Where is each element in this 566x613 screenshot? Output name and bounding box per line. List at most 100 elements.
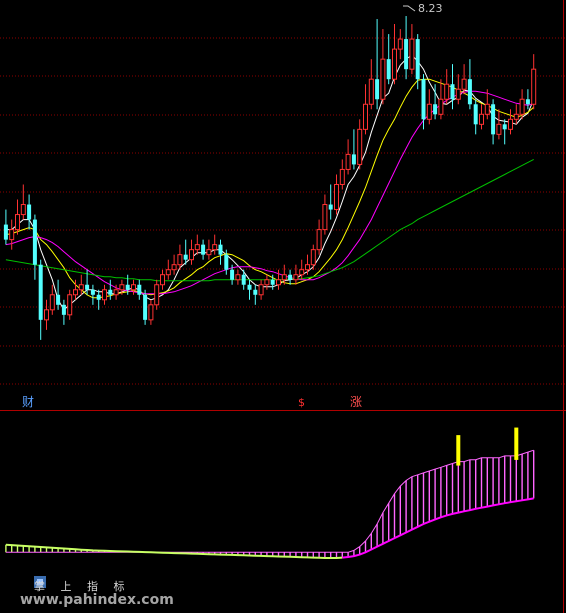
candle-body-up — [148, 304, 154, 321]
candle-body-up — [194, 244, 200, 251]
candle-body-up — [258, 284, 264, 296]
candle-body-up — [131, 284, 136, 291]
candle-body-up — [508, 118, 513, 130]
ma60-line — [5, 158, 534, 282]
candle-body-up — [531, 68, 537, 105]
candle-body-up — [177, 254, 183, 266]
candle-body-down — [96, 294, 101, 300]
candle-body-up — [276, 279, 281, 286]
high-price-arrow-icon — [403, 5, 416, 12]
stock-chart-stage — [0, 0, 566, 613]
candle-body-up — [380, 58, 386, 100]
candle-body-up — [438, 98, 444, 115]
marker-dollar: $ — [298, 396, 305, 409]
candle-body-down — [143, 294, 148, 320]
candle-body-down — [473, 104, 478, 125]
candle-body-up — [171, 264, 177, 271]
ma10-line — [5, 78, 535, 299]
candle-body-up — [368, 78, 374, 105]
marker-zhang: 涨 — [350, 395, 363, 409]
candle-body-down — [247, 284, 252, 290]
candle-body-up — [305, 264, 310, 271]
candle-body-down — [183, 254, 188, 260]
candle-body-up — [206, 249, 212, 256]
candle-body-up — [397, 38, 403, 50]
candle-body-up — [316, 229, 322, 251]
candle-body-down — [38, 264, 43, 320]
candle-body-down — [27, 204, 32, 220]
candle-body-down — [85, 284, 90, 290]
candle-body-up — [73, 289, 78, 296]
candle-body-up — [189, 249, 194, 261]
candle-body-up — [310, 249, 316, 266]
candle-body-up — [444, 83, 450, 100]
candle-body-down — [467, 79, 472, 105]
candle-body-down — [491, 104, 496, 135]
candle-body-up — [339, 168, 345, 185]
candle-body-up — [345, 153, 351, 170]
candle-body-up — [363, 103, 368, 130]
candle-body-down — [3, 224, 8, 240]
high-price-label: 8.23 — [418, 2, 443, 15]
candle-body-down — [32, 219, 37, 265]
candle-body-down — [253, 289, 258, 295]
candle-body-down — [502, 124, 507, 130]
ma20-line — [5, 90, 534, 295]
indicator-upper-line — [5, 449, 534, 553]
candle-body-up — [322, 204, 328, 231]
candle-body-down — [230, 269, 235, 280]
candle-body-up — [20, 204, 26, 216]
candle-body-up — [119, 284, 125, 291]
candle-body-down — [288, 274, 293, 280]
candle-body-up — [409, 38, 415, 70]
candle-body-up — [299, 269, 305, 276]
candle-body-up — [154, 284, 160, 306]
candle-body-down — [328, 204, 333, 210]
candle-body-down — [375, 79, 380, 100]
candle-body-down — [224, 254, 229, 270]
candle-body-up — [67, 294, 73, 316]
candle-body-up — [357, 128, 363, 165]
candle-body-down — [125, 284, 130, 290]
candle-body-up — [496, 123, 502, 135]
candle-body-up — [479, 113, 484, 125]
candle-body-up — [44, 309, 49, 321]
indicator-lower-line-magenta — [342, 497, 534, 559]
candle-body-down — [386, 59, 391, 80]
candle-body-down — [525, 99, 530, 105]
indicator-signal-bar-1 — [514, 427, 519, 460]
candle-body-down — [137, 284, 142, 295]
candle-body-up — [160, 274, 165, 286]
candle-body-down — [450, 84, 455, 100]
indicator-signal-bar-0 — [456, 435, 461, 466]
candle-body-up — [519, 98, 525, 115]
candle-body-down — [421, 79, 426, 120]
candle-body-up — [78, 284, 84, 291]
candle-body-down — [56, 294, 61, 305]
candle-body-down — [108, 289, 113, 295]
candle-body-up — [461, 78, 467, 90]
candle-body-up — [165, 269, 171, 276]
candle-body-up — [334, 183, 339, 211]
candle-body-up — [484, 103, 490, 115]
candle-body-up — [264, 279, 270, 286]
candle-body-up — [113, 289, 119, 296]
watermark-url: www.pahindex.com — [20, 592, 174, 608]
candle-body-down — [241, 274, 246, 285]
candle-body-up — [235, 274, 241, 281]
candle-body-up — [212, 244, 218, 251]
candle-body-down — [433, 104, 438, 115]
candle-body-up — [15, 214, 20, 231]
candle-body-down — [270, 279, 275, 285]
candle-body-up — [455, 88, 461, 100]
candle-body-down — [415, 39, 420, 80]
candle-body-up — [49, 294, 55, 311]
marker-cai: 财 — [22, 395, 35, 409]
candle-body-down — [404, 39, 409, 70]
candle-body-down — [90, 289, 95, 295]
candle-body-up — [392, 48, 397, 80]
candle-body-down — [61, 304, 66, 315]
candle-body-down — [351, 154, 356, 165]
indicator-lower-line-green — [5, 543, 343, 559]
candle-body-up — [9, 229, 15, 241]
